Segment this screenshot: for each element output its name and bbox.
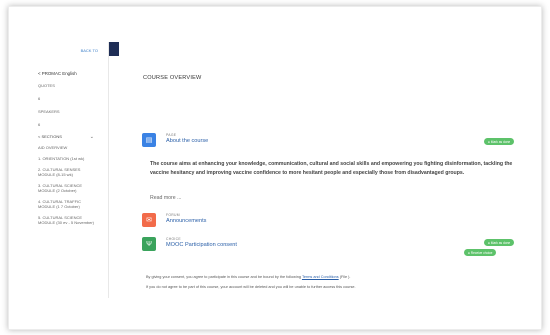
sidebar-sections-label: < SECTIONS — [38, 134, 62, 139]
page-icon: ▤ — [142, 133, 156, 147]
sidebar-item-count: 6 — [38, 96, 41, 101]
sidebar-section-item[interactable]: 4. CULTURAL TRAFFIC MODULE (1 7 October) — [22, 199, 98, 209]
receive-choice-button[interactable]: ● Receive choice — [464, 249, 497, 256]
consent-text-part: By giving your consent, you agree to par… — [146, 275, 301, 279]
course-description: The course aims at enhancing your knowle… — [150, 161, 513, 176]
activity-type: FORUM — [166, 213, 180, 217]
activity-title[interactable]: Announcements — [166, 218, 206, 224]
sidebar-section-item[interactable]: 2. CULTURAL SENSES MODULE (8-15 wk) — [22, 167, 98, 177]
course-index-sidebar: BACK TO < PROMAC English QUOTES 6 SPEAKE… — [22, 42, 109, 298]
chevron-down-icon[interactable]: ⌄ — [90, 134, 94, 140]
activity-type: PAGE — [166, 133, 177, 137]
consent-text-part: (File ). — [339, 275, 351, 279]
sidebar-section-item[interactable]: 5. CULTURAL SCIENCE MODULE (30 ev - 5 No… — [22, 215, 98, 225]
course-content: COURSE OVERVIEW ▤ PAGE About the course … — [132, 70, 515, 300]
sidebar-item-count: 6 — [38, 122, 41, 127]
sidebar-top-link[interactable]: BACK TO — [22, 42, 108, 53]
mark-done-button[interactable]: ● Mark as done — [484, 138, 515, 145]
sidebar-section-item[interactable]: 1. ORIENTATION (1st wk) — [22, 156, 98, 161]
choice-icon: Ψ — [142, 237, 156, 251]
read-more-link[interactable]: Read more ... — [150, 195, 181, 201]
sidebar-item-speakers[interactable]: SPEAKERS — [22, 109, 108, 114]
sidebar-sections-header[interactable]: < SECTIONS ⌄ — [22, 134, 108, 140]
activity-title[interactable]: MOOC Participation consent — [166, 242, 237, 248]
consent-text: If you do not agree to be part of this c… — [146, 285, 356, 289]
terms-link[interactable]: Terms and Conditions — [302, 275, 339, 279]
activity-type: CHOICE — [166, 237, 181, 241]
sidebar-course-link[interactable]: < PROMAC English — [22, 53, 108, 76]
mark-done-button[interactable]: ● Mark as done — [484, 239, 515, 246]
sidebar-item-quotes[interactable]: QUOTES — [22, 83, 108, 88]
navbar-edge — [109, 42, 119, 56]
activity-title[interactable]: About the course — [166, 138, 208, 144]
section-title: COURSE OVERVIEW — [143, 75, 202, 81]
sidebar-section-item[interactable]: AID OVERVIEW — [22, 145, 108, 150]
consent-text: By giving your consent, you agree to par… — [146, 275, 351, 279]
forum-icon: ✉ — [142, 213, 156, 227]
sidebar-section-item[interactable]: 3. CULTURAL SCIENCE MODULE (2 October) — [22, 183, 98, 193]
